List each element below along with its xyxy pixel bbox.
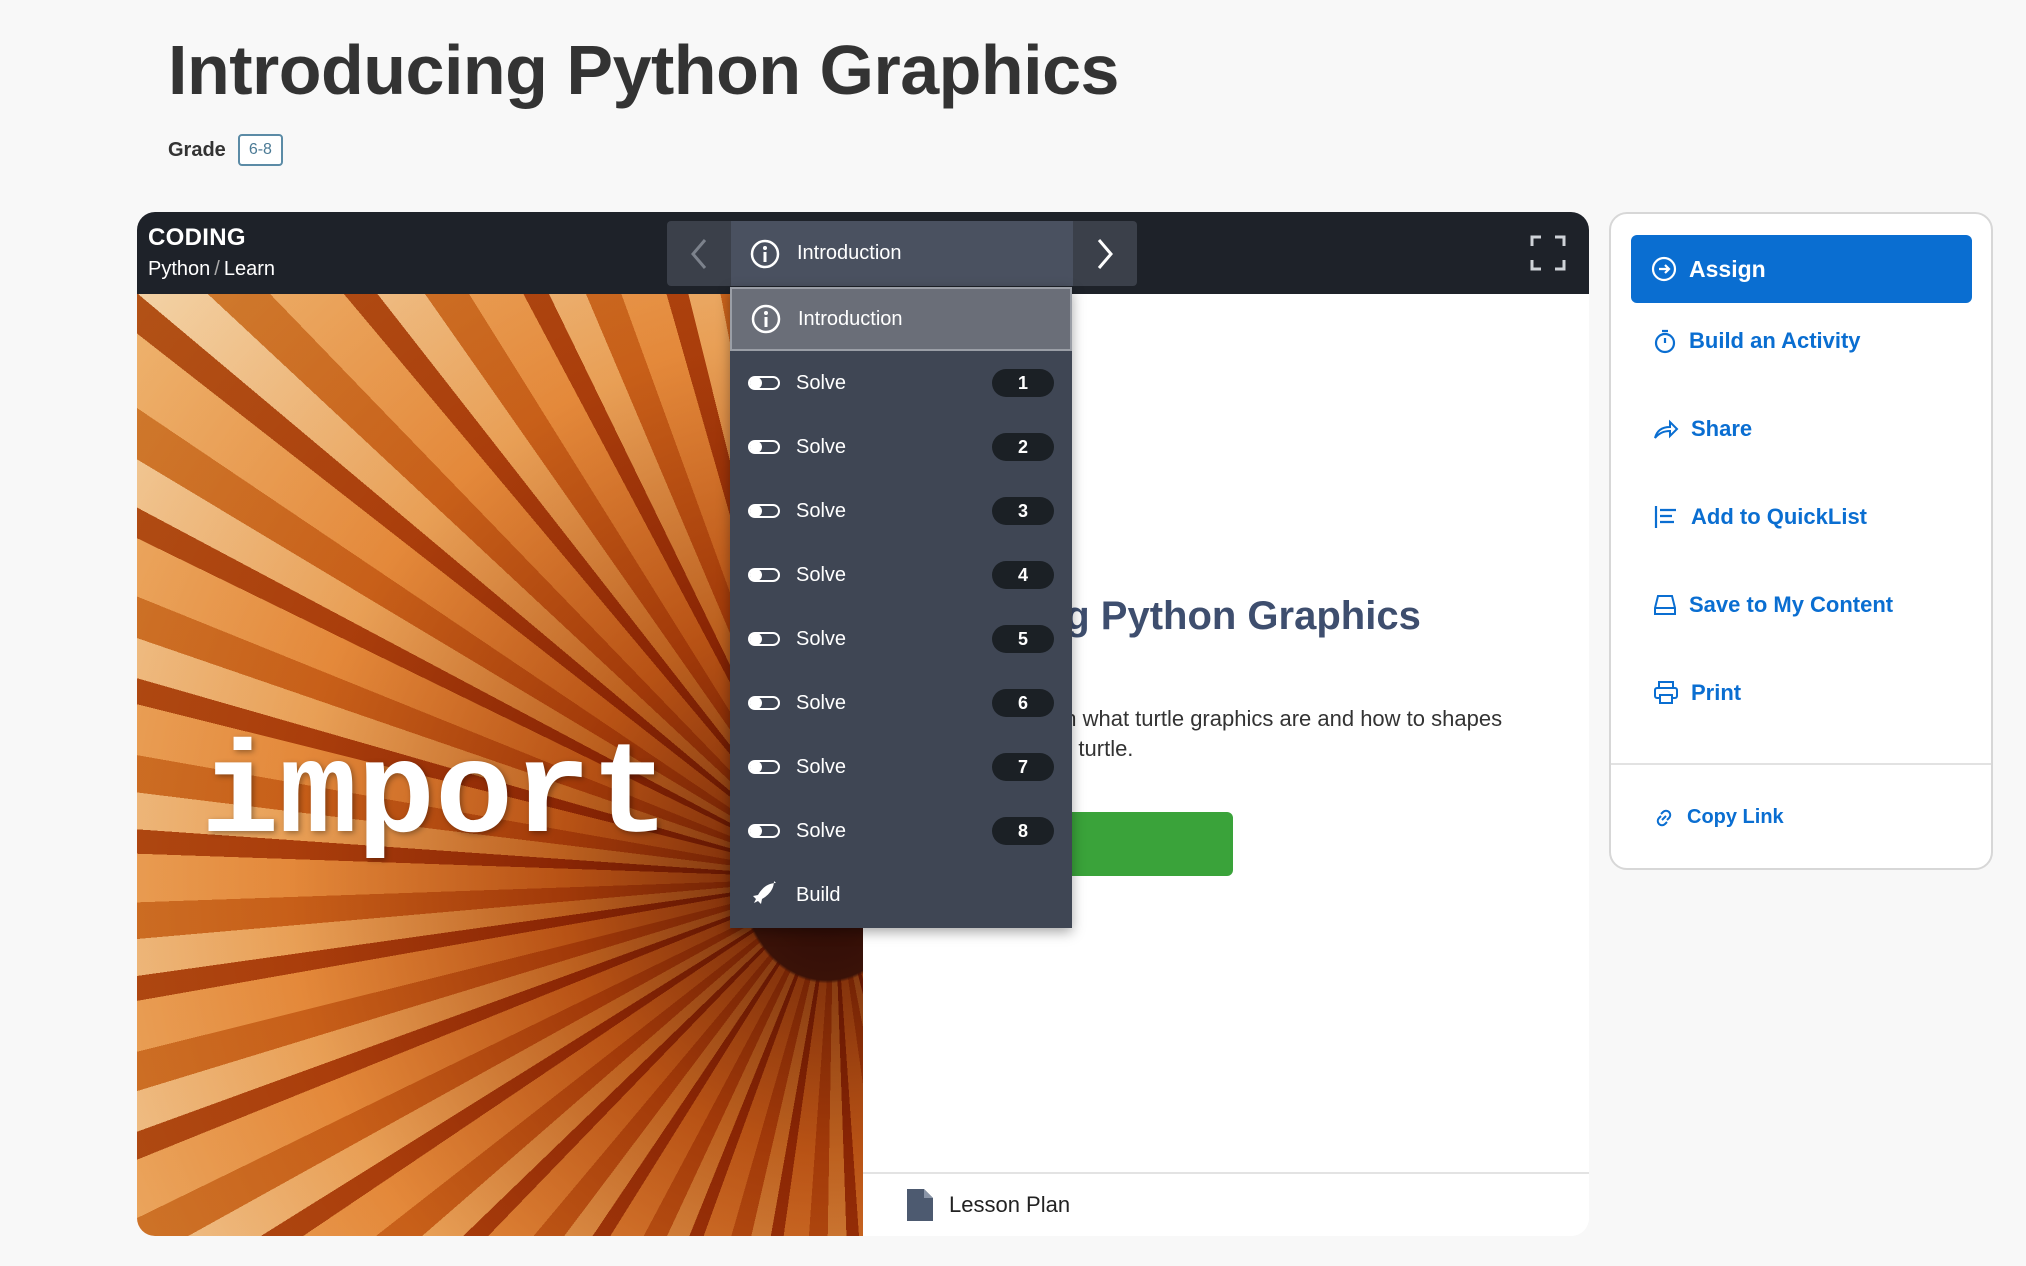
- rocket-icon: [748, 879, 780, 911]
- toggle-icon: [748, 439, 780, 455]
- grade-row: Grade 6-8: [168, 134, 283, 166]
- step-item-build[interactable]: Build: [730, 863, 1072, 927]
- current-step-label: Introduction: [797, 242, 902, 264]
- toggle-icon: [748, 375, 780, 391]
- step-item-label: Solve: [796, 371, 847, 394]
- toggle-icon: [748, 823, 780, 839]
- step-navigator: Introduction: [667, 221, 1137, 286]
- step-item-label: Build: [796, 883, 841, 906]
- save-label: Save to My Content: [1689, 592, 1894, 617]
- print-label: Print: [1691, 680, 1742, 705]
- breadcrumb-item[interactable]: Learn: [224, 258, 275, 280]
- share-button[interactable]: Share: [1653, 416, 1752, 442]
- step-number-badge: 7: [992, 753, 1054, 781]
- hero-word: import: [201, 724, 670, 871]
- page-title: Introducing Python Graphics: [168, 31, 1119, 109]
- toggle-icon: [748, 695, 780, 711]
- chevron-left-icon: [691, 238, 707, 269]
- prev-step-button[interactable]: [667, 221, 731, 286]
- sidebar-divider: [1611, 763, 1991, 765]
- step-item-label: Solve: [796, 499, 847, 522]
- quicklist-label: Add to QuickList: [1691, 504, 1867, 529]
- chevron-right-icon: [1097, 238, 1113, 269]
- step-dropdown-toggle[interactable]: Introduction: [731, 221, 1073, 286]
- document-icon: [907, 1189, 933, 1221]
- build-activity-label: Build an Activity: [1689, 328, 1861, 353]
- link-icon: [1653, 807, 1675, 829]
- print-button[interactable]: Print: [1653, 680, 1741, 706]
- arrow-circle-icon: [1651, 256, 1677, 282]
- drive-icon: [1653, 593, 1677, 617]
- step-item-introduction[interactable]: Introduction: [730, 287, 1072, 351]
- step-item-solve-2[interactable]: Solve 2: [730, 415, 1072, 479]
- info-icon: [750, 303, 782, 335]
- grade-label: Grade: [168, 138, 226, 161]
- step-number-badge: 5: [992, 625, 1054, 653]
- share-icon: [1653, 418, 1679, 440]
- share-label: Share: [1691, 416, 1753, 441]
- lesson-plan-link[interactable]: Lesson Plan: [863, 1172, 1589, 1236]
- step-number-badge: 3: [992, 497, 1054, 525]
- player-topbar: CODING Python / Learn Introduction: [137, 212, 1589, 294]
- step-number-badge: 6: [992, 689, 1054, 717]
- step-item-label: Introduction: [798, 307, 903, 330]
- step-item-label: Solve: [796, 435, 847, 458]
- next-step-button[interactable]: [1073, 221, 1137, 286]
- printer-icon: [1653, 681, 1679, 705]
- stopwatch-icon: [1653, 328, 1677, 354]
- toggle-icon: [748, 567, 780, 583]
- assign-button[interactable]: Assign: [1631, 235, 1972, 303]
- assign-label: Assign: [1689, 255, 1766, 282]
- step-number-badge: 1: [992, 369, 1054, 397]
- fullscreen-icon: [1530, 235, 1566, 271]
- toggle-icon: [748, 631, 780, 647]
- save-content-button[interactable]: Save to My Content: [1653, 592, 1893, 618]
- step-dropdown-menu: Introduction Solve 1 Solve 2 Solve 3 Sol…: [730, 287, 1072, 928]
- add-quicklist-button[interactable]: Add to QuickList: [1653, 504, 1867, 530]
- breadcrumb-item[interactable]: Python: [148, 258, 210, 280]
- step-item-solve-5[interactable]: Solve 5: [730, 607, 1072, 671]
- step-item-solve-4[interactable]: Solve 4: [730, 543, 1072, 607]
- breadcrumb-separator: /: [214, 258, 220, 280]
- toggle-icon: [748, 503, 780, 519]
- fullscreen-button[interactable]: [1529, 234, 1567, 272]
- breadcrumb: Python / Learn: [148, 258, 275, 281]
- step-number-badge: 8: [992, 817, 1054, 845]
- step-item-solve-3[interactable]: Solve 3: [730, 479, 1072, 543]
- copy-link-button[interactable]: Copy Link: [1653, 806, 1784, 829]
- step-item-label: Solve: [796, 755, 847, 778]
- step-number-badge: 4: [992, 561, 1054, 589]
- step-item-label: Solve: [796, 691, 847, 714]
- build-activity-button[interactable]: Build an Activity: [1653, 328, 1861, 354]
- step-item-label: Solve: [796, 563, 847, 586]
- step-item-solve-1[interactable]: Solve 1: [730, 351, 1072, 415]
- step-item-solve-6[interactable]: Solve 6: [730, 671, 1072, 735]
- list-icon: [1653, 504, 1679, 530]
- step-item-solve-8[interactable]: Solve 8: [730, 799, 1072, 863]
- course-title: CODING: [148, 224, 246, 251]
- copy-link-label: Copy Link: [1687, 806, 1784, 828]
- grade-badge: 6-8: [237, 134, 283, 166]
- info-icon: [749, 238, 781, 270]
- step-item-solve-7[interactable]: Solve 7: [730, 735, 1072, 799]
- lesson-plan-label: Lesson Plan: [949, 1192, 1071, 1217]
- toggle-icon: [748, 759, 780, 775]
- step-item-label: Solve: [796, 819, 847, 842]
- step-number-badge: 2: [992, 433, 1054, 461]
- step-item-label: Solve: [796, 627, 847, 650]
- actions-sidebar: Assign Build an Activity Share Add to Qu…: [1609, 212, 1993, 870]
